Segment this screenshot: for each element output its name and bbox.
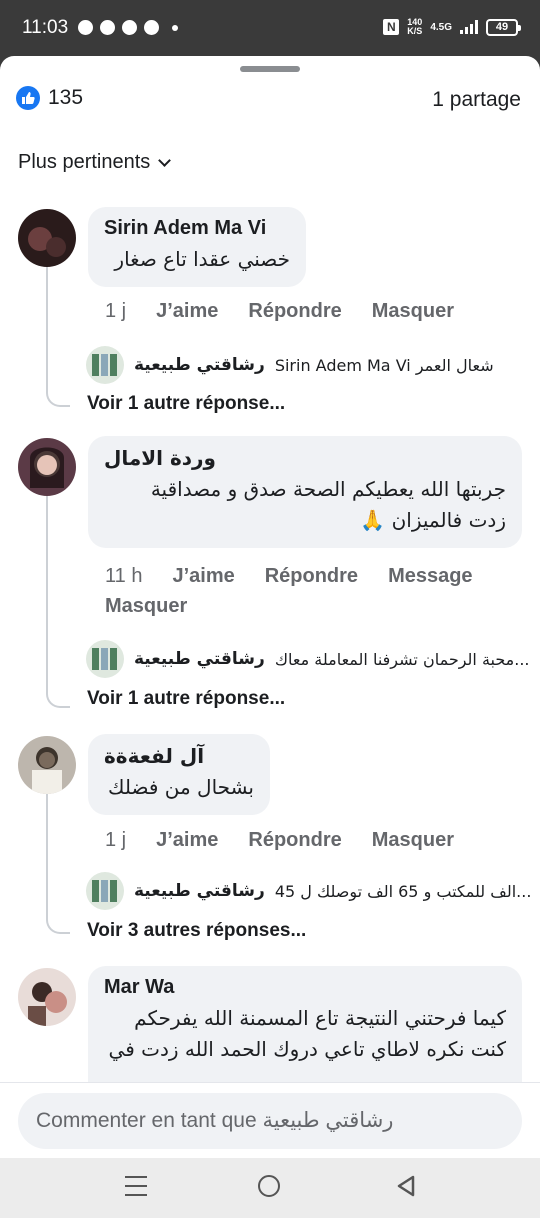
system-icons: N 140 K/S 4.5G 49 <box>383 18 521 36</box>
reply-button[interactable]: Répondre <box>248 829 341 852</box>
comment-actions: 1 j J’aime Répondre Masquer <box>105 829 454 852</box>
comment-text-line: زدت فالميزان 🙏 <box>360 508 506 532</box>
signal-icon <box>460 20 478 34</box>
comment-text: خصني عقدا تاع صغار <box>114 247 290 271</box>
comment-bubble[interactable]: Sirin Adem Ma Vi خصني عقدا تاع صغار <box>88 207 306 287</box>
comment-author[interactable]: وردة الامال <box>104 446 506 470</box>
hide-button[interactable]: Masquer <box>105 595 187 618</box>
hide-button[interactable]: Masquer <box>372 829 454 852</box>
recent-apps-icon[interactable] <box>125 1176 147 1196</box>
comment-time: 1 j <box>105 829 127 851</box>
reply-author: رشاقتي طبيعية <box>134 649 265 669</box>
avatar[interactable] <box>18 968 76 1026</box>
like-button[interactable]: J’aime <box>156 829 218 852</box>
message-button[interactable]: Message <box>388 565 473 588</box>
view-more-replies[interactable]: Voir 1 autre réponse... <box>87 393 285 415</box>
comment-input[interactable]: Commenter en tant que رشاقتي طبيعية <box>18 1093 522 1149</box>
comment-actions: 1 j J’aime Répondre Masquer <box>105 300 454 323</box>
reply-text: محبة الرحمان تشرفنا المعاملة معاك... <box>274 649 530 669</box>
hide-button[interactable]: Masquer <box>372 300 454 323</box>
comment-text-line: كنت نكره لاطاي تاعي دروك الحمد الله زدت … <box>108 1037 506 1061</box>
comment-time: 11 h <box>105 565 143 587</box>
reply-text: 45 الف للمكتب و 65 الف توصلك ل... <box>274 881 532 901</box>
reply-button[interactable]: Répondre <box>248 300 341 323</box>
nfc-icon: N <box>383 19 400 35</box>
reply-preview[interactable]: رشاقتي طبيعية Sirin Adem Ma Vi شعال العم… <box>86 346 494 384</box>
comment-bubble[interactable]: وردة الامال جربتها الله يعطيكم الصحة صدق… <box>88 436 522 548</box>
notification-icons <box>78 20 178 35</box>
reply-button[interactable]: Répondre <box>265 565 358 588</box>
avatar[interactable] <box>18 209 76 267</box>
messenger-icon <box>78 20 93 35</box>
home-icon[interactable] <box>258 1175 280 1197</box>
reactions-summary[interactable]: 135 <box>16 86 83 110</box>
network-speed: 140 K/S <box>407 18 422 36</box>
comments-sheet: 135 1 partage Plus pertinents Sirin Adem… <box>0 56 540 1158</box>
sort-dropdown[interactable]: Plus pertinents <box>18 151 172 174</box>
avatar[interactable] <box>18 736 76 794</box>
comment-time: 1 j <box>105 300 127 322</box>
like-icon <box>16 86 40 110</box>
view-more-replies[interactable]: Voir 1 autre réponse... <box>87 688 285 710</box>
sort-label: Plus pertinents <box>18 151 151 173</box>
view-more-replies[interactable]: Voir 3 autres réponses... <box>87 920 306 942</box>
thread-connector <box>46 794 70 934</box>
chat-icon <box>144 20 159 35</box>
comment-text-line: كيما فرحتني النتيجة تاع المسمنة الله يفر… <box>134 1006 506 1030</box>
network-type: 4.5G <box>430 21 452 33</box>
shares-count[interactable]: 1 partage <box>432 88 521 112</box>
thread-connector <box>46 267 70 407</box>
comment-author[interactable]: Mar Wa <box>104 976 506 999</box>
reply-preview[interactable]: رشاقتي طبيعية 45 الف للمكتب و 65 الف توص… <box>86 872 531 910</box>
comment-bubble[interactable]: آل لفعةةة بشحال من فضلك <box>88 734 270 815</box>
status-bar: 11:03 N 140 K/S 4.5G 49 <box>0 0 540 56</box>
thread-connector <box>46 496 70 708</box>
battery-icon: 49 <box>486 18 521 36</box>
comment-text-line: جربتها الله يعطيكم الصحة صدق و مصداقية <box>150 477 506 501</box>
like-button[interactable]: J’aime <box>172 565 234 588</box>
avatar[interactable] <box>18 438 76 496</box>
comment-author[interactable]: Sirin Adem Ma Vi <box>104 217 290 240</box>
system-navigation-bar <box>0 1158 540 1218</box>
like-count: 135 <box>48 86 84 109</box>
reply-avatar <box>86 872 124 910</box>
reply-author: رشاقتي طبيعية <box>134 881 265 901</box>
comment-author[interactable]: آل لفعةةة <box>104 744 254 768</box>
reply-preview[interactable]: رشاقتي طبيعية محبة الرحمان تشرفنا المعام… <box>86 640 530 678</box>
speed-unit: K/S <box>407 26 423 36</box>
reply-author: رشاقتي طبيعية <box>134 355 265 375</box>
chevron-down-icon <box>158 153 172 167</box>
comment-actions: 11 h J’aime Répondre Message <box>105 565 473 588</box>
like-button[interactable]: J’aime <box>156 300 218 323</box>
comment-composer: Commenter en tant que رشاقتي طبيعية <box>0 1082 540 1158</box>
comment-text: كيما فرحتني النتيجة تاع المسمنة الله يفر… <box>104 1003 506 1065</box>
reply-avatar <box>86 640 124 678</box>
more-notifications-icon <box>172 24 178 31</box>
reply-text: Sirin Adem Ma Vi شعال العمر <box>274 355 494 375</box>
messenger-icon <box>122 20 137 35</box>
snapchat-icon <box>100 20 115 35</box>
comment-text: جربتها الله يعطيكم الصحة صدق و مصداقية ز… <box>104 474 506 536</box>
comment-text: بشحال من فضلك <box>108 775 254 799</box>
comment-actions-overflow: Masquer <box>105 595 187 618</box>
sheet-drag-handle[interactable] <box>240 66 300 72</box>
clock: 11:03 <box>22 17 69 38</box>
reply-avatar <box>86 346 124 384</box>
